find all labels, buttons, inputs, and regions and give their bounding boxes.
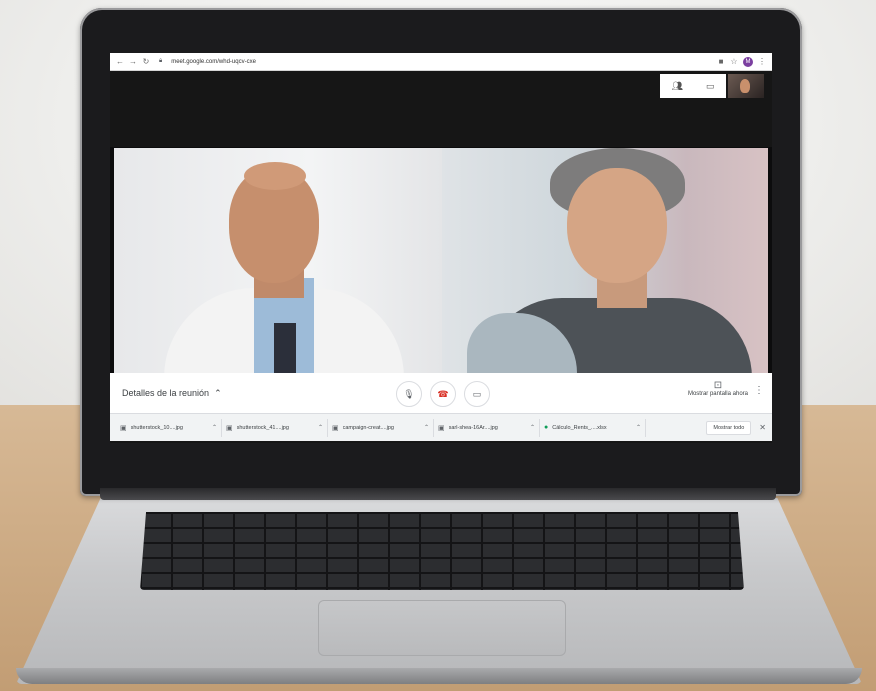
meeting-details-label: Detalles de la reunión — [122, 388, 210, 398]
reload-icon[interactable]: ↻ — [142, 57, 150, 66]
present-now-button[interactable]: ⊡ Mostrar pantalla ahora — [688, 380, 748, 397]
downloads-bar: ▣ shutterstock_10....jpg ⌃ ▣ shutterstoc… — [110, 413, 772, 441]
download-item[interactable]: ▣ campaign-creat....jpg ⌃ — [328, 418, 434, 437]
close-icon[interactable]: ✕ — [759, 423, 766, 432]
present-now-label: Mostrar pantalla ahora — [687, 391, 748, 397]
chevron-up-icon[interactable]: ⌃ — [636, 424, 641, 431]
star-icon[interactable]: ☆ — [730, 57, 738, 66]
image-file-icon: ▣ — [332, 424, 339, 432]
trackpad — [318, 600, 566, 656]
download-filename: sarl-shea-16Ar....jpg — [448, 424, 498, 431]
download-filename: Cálculo_Rents_....xlsx — [552, 424, 607, 431]
microphone-button[interactable]: 🎙︎ — [396, 381, 422, 407]
image-file-icon: ▣ — [226, 424, 233, 432]
video-camera-icon: ▭ — [472, 388, 482, 399]
download-item[interactable]: ▣ shutterstock_41....jpg ⌃ — [222, 418, 328, 437]
people-icon[interactable]: 👥︎ — [672, 81, 683, 92]
chevron-up-icon[interactable]: ⌃ — [530, 424, 535, 431]
browser-toolbar: ← → ↻ 🔒︎ meet.google.com/whd-uqcv-cxe ■ … — [110, 53, 772, 71]
woman-face — [567, 168, 667, 283]
back-icon[interactable]: ← — [116, 57, 124, 66]
show-all-downloads-button[interactable]: Mostrar todo — [706, 420, 752, 435]
lock-icon: 🔒︎ — [159, 58, 163, 64]
chat-icon[interactable]: ▭ — [706, 81, 715, 92]
download-filename: shutterstock_10....jpg — [130, 424, 183, 431]
keyboard — [140, 512, 744, 590]
forward-icon[interactable]: → — [129, 57, 137, 66]
download-filename: shutterstock_41....jpg — [236, 424, 289, 431]
address-bar[interactable]: meet.google.com/whd-uqcv-cxe — [171, 59, 256, 65]
profile-avatar[interactable]: M — [743, 56, 753, 67]
participant-tile-doctor — [114, 148, 442, 395]
chevron-up-icon[interactable]: ⌃ — [212, 424, 217, 431]
camera-button[interactable]: ▭ — [464, 381, 490, 407]
laptop-hinge — [100, 488, 776, 500]
chevron-up-icon[interactable]: ⌃ — [318, 424, 323, 431]
download-item[interactable]: ▣ shutterstock_10....jpg ⌃ — [116, 418, 222, 437]
download-item[interactable]: ● Cálculo_Rents_....xlsx ⌃ — [540, 418, 646, 437]
meet-top-right-panel: 👥︎ ▭ — [660, 74, 726, 98]
image-file-icon: ▣ — [438, 424, 445, 432]
meeting-details-toggle[interactable]: Detalles de la reunión ⌃ — [122, 388, 222, 399]
chevron-up-icon[interactable]: ⌃ — [424, 424, 429, 431]
microphone-icon: 🎙︎ — [403, 388, 415, 399]
sheet-file-icon: ● — [544, 424, 549, 431]
download-filename: campaign-creat....jpg — [342, 424, 394, 431]
present-screen-icon: ⊡ — [713, 380, 723, 391]
participant-tile-woman — [442, 148, 768, 395]
doctor-bald-head — [244, 162, 306, 190]
menu-icon[interactable]: ⋮ — [758, 57, 766, 66]
more-options-icon[interactable]: ⋮ — [754, 385, 764, 396]
chevron-up-icon: ⌃ — [214, 387, 222, 398]
meet-controls-bar: Detalles de la reunión ⌃ 🎙︎ ☎︎ ▭ ⊡ Mostr… — [110, 373, 772, 413]
self-view-thumbnail[interactable] — [728, 74, 764, 98]
laptop-base-edge — [16, 668, 862, 684]
camera-icon[interactable]: ■ — [717, 57, 725, 66]
image-file-icon: ▣ — [120, 424, 127, 432]
phone-hangup-icon: ☎︎ — [437, 388, 449, 399]
hangup-button[interactable]: ☎︎ — [430, 381, 456, 407]
download-item[interactable]: ▣ sarl-shea-16Ar....jpg ⌃ — [434, 418, 540, 437]
